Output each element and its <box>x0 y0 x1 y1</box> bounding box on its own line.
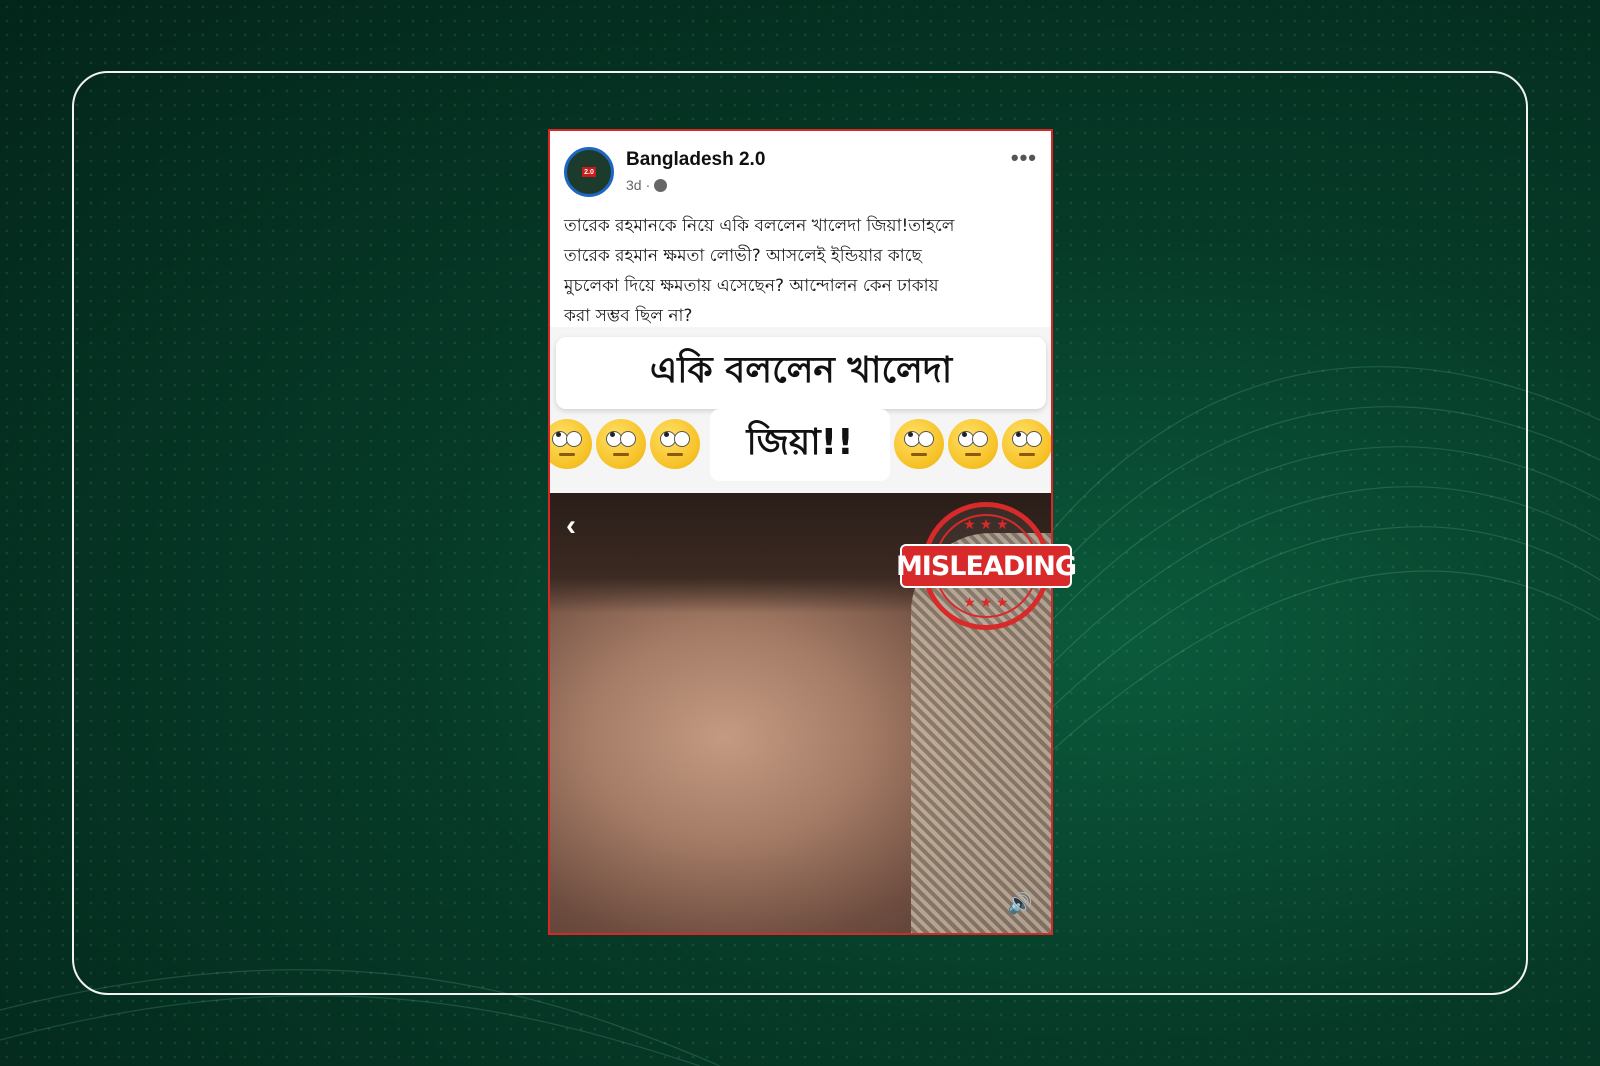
eye-roll-emoji-icon <box>550 419 592 469</box>
eye-roll-emoji-icon <box>596 419 646 469</box>
post-meta: 3d · <box>626 177 668 193</box>
caption-line: মুচলেকা দিয়ে ক্ষমতায় এসেছেন? আন্দোলন ক… <box>564 276 939 296</box>
volume-icon[interactable]: 🔊 <box>1005 891 1035 915</box>
caption-line: তারেক রহমান ক্ষমতা লোভী? আসলেই ইন্ডিয়ার… <box>564 246 922 266</box>
avatar-logo: 2.0 <box>582 167 596 177</box>
back-arrow-icon[interactable]: ‹ <box>566 509 576 543</box>
page-avatar[interactable]: 2.0 <box>564 147 614 197</box>
stamp-stars-bottom: ★ ★ ★ <box>963 594 1009 610</box>
emoji-group-right <box>894 419 1051 469</box>
video-title-band: একি বললেন খালেদা জিয়া!! <box>550 327 1051 493</box>
stamp-label: MISLEADING <box>896 544 1077 588</box>
misleading-stamp: ★ ★ ★ MISLEADING ★ ★ ★ <box>896 502 1077 640</box>
video-title-line-2: জিয়া!! <box>710 409 890 481</box>
more-options-icon[interactable]: ••• <box>1011 145 1037 171</box>
globe-icon <box>654 178 668 192</box>
video-title-line-1: একি বললেন খালেদা <box>556 337 1046 409</box>
eye-roll-emoji-icon <box>650 419 700 469</box>
eye-roll-emoji-icon <box>948 419 998 469</box>
eye-roll-emoji-icon <box>1002 419 1051 469</box>
caption-line: তারেক রহমানকে নিয়ে একি বললেন খালেদা জিয… <box>564 216 955 236</box>
meta-separator: · <box>645 177 651 193</box>
stamp-stars-top: ★ ★ ★ <box>963 516 1009 532</box>
eye-roll-emoji-icon <box>894 419 944 469</box>
post-header: 2.0 Bangladesh 2.0 3d · ••• <box>550 131 1051 207</box>
emoji-group-left <box>550 419 700 469</box>
post-time[interactable]: 3d <box>626 177 642 193</box>
post-caption: তারেক রহমানকে নিয়ে একি বললেন খালেদা জিয… <box>564 211 1036 331</box>
page-name[interactable]: Bangladesh 2.0 <box>626 149 765 171</box>
